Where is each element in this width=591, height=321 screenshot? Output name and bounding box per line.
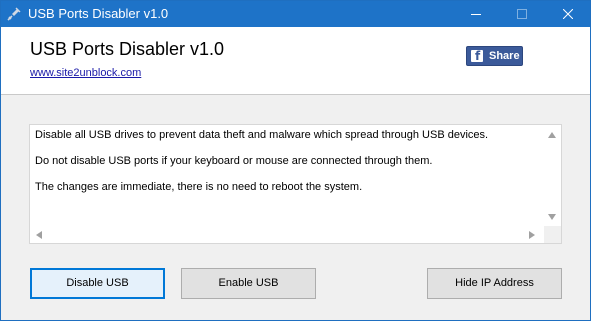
scroll-left-icon[interactable] [36,231,42,239]
hide-ip-button[interactable]: Hide IP Address [427,268,562,299]
close-icon [563,9,573,19]
disable-usb-button[interactable]: Disable USB [30,268,165,299]
description-text: Disable all USB drives to prevent data t… [35,129,540,207]
horizontal-scrollbar[interactable] [30,226,544,243]
minimize-button[interactable] [453,1,499,27]
vertical-scrollbar[interactable] [544,125,561,227]
description-line: Do not disable USB ports if your keyboar… [35,155,433,167]
facebook-share-button[interactable]: f Share [466,46,523,66]
header-panel: USB Ports Disabler v1.0 www.site2unblock… [1,27,590,95]
share-label: Share [489,50,520,62]
usb-plug-icon [7,7,21,21]
description-line: The changes are immediate, there is no n… [35,181,363,193]
window-title: USB Ports Disabler v1.0 [28,6,169,21]
minimize-icon [471,14,481,15]
app-window: USB Ports Disabler v1.0 USB Ports Disabl… [0,0,591,321]
maximize-icon [517,9,527,19]
scroll-down-icon[interactable] [548,214,556,220]
scroll-up-icon[interactable] [548,132,556,138]
enable-usb-button[interactable]: Enable USB [181,268,316,299]
scroll-right-icon[interactable] [529,231,535,239]
description-textbox[interactable]: Disable all USB drives to prevent data t… [29,124,562,244]
maximize-button[interactable] [499,1,545,27]
description-line: Disable all USB drives to prevent data t… [35,129,489,141]
scrollbar-corner [544,226,561,243]
facebook-icon: f [471,49,483,63]
app-title: USB Ports Disabler v1.0 [30,39,225,59]
title-bar[interactable]: USB Ports Disabler v1.0 [1,1,590,27]
website-link[interactable]: www.site2unblock.com [30,66,141,80]
close-button[interactable] [545,1,590,27]
